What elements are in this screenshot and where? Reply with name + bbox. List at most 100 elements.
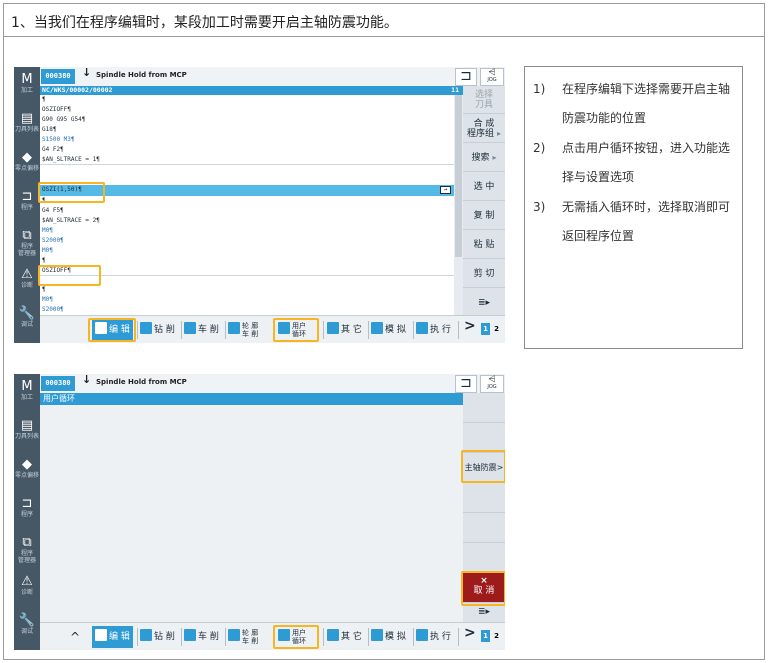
empty-softkey-2[interactable] [463, 423, 505, 453]
contour-turning-softkey[interactable]: 轮 廓车 削 [228, 319, 258, 341]
next-page-button[interactable]: > [464, 318, 476, 334]
code-line[interactable]: OSZIOFF¶ [40, 105, 454, 115]
other-softkey[interactable]: 其 它 [327, 626, 362, 648]
warning-icon: ⚠ [21, 267, 33, 282]
program-line-count: 11 [451, 86, 459, 94]
note-item: 1) 在程序编辑下选择需要开启主轴防震功能的位置 [533, 82, 731, 125]
nc-icon [327, 322, 339, 334]
program-path: NC/WKS/00002/00002 [42, 86, 113, 94]
paste-button[interactable]: 粘 贴 [463, 231, 505, 259]
code-line[interactable]: ¶ [40, 285, 454, 295]
next-page-button[interactable]: > [464, 625, 476, 641]
nav-work-offset[interactable]: ◆ 零点偏移 [14, 452, 40, 492]
copy-button[interactable]: 复 制 [463, 202, 505, 230]
mark-button[interactable]: 选 中 [463, 173, 505, 201]
tool-list-icon: ▤ [20, 111, 34, 126]
highlight-edit-softkey [88, 318, 136, 342]
editor-scrollbar[interactable] [454, 95, 463, 315]
nav-program[interactable]: ⊐ 程序 [14, 491, 40, 531]
nav-tool-list[interactable]: ▤ 刀具列表 [14, 106, 40, 146]
nav-setup[interactable]: 🔧 调试 [14, 301, 40, 341]
nav-diagnostics[interactable]: ⚠ 诊断 [14, 262, 40, 302]
empty-softkey-4[interactable] [463, 513, 505, 543]
nav-program-manager[interactable]: ⧉ 程序 管理器 [14, 223, 40, 263]
code-line[interactable]: M0¶ [40, 226, 454, 236]
divider [323, 321, 324, 339]
divider [137, 321, 138, 339]
divider [368, 321, 369, 339]
page-1-indicator[interactable]: 1 [481, 323, 490, 335]
simulation-icon [371, 629, 383, 641]
select-tool-button[interactable]: 选择 刀具 [463, 86, 505, 114]
cut-button[interactable]: 剪 切 [463, 260, 505, 288]
code-line[interactable]: M0¶ [40, 246, 454, 256]
nav-diagnostics[interactable]: ⚠ 诊断 [14, 569, 40, 609]
offset-icon: ◆ [22, 150, 32, 165]
highlight-spindle-damping [461, 450, 505, 483]
edit-softkey[interactable]: 编 辑 [92, 626, 133, 648]
program-manager-icon: ⧉ [22, 535, 32, 550]
caption-text: 1、当我们在程序编辑时，某段加工时需要开启主轴防震功能。 [3, 3, 765, 37]
code-line[interactable]: G90 G95 G54¶ [40, 115, 454, 125]
nav-program-manager[interactable]: ⧉ 程序 管理器 [14, 530, 40, 570]
turning-softkey[interactable]: 车 削 [184, 319, 219, 341]
nav-setup[interactable]: 🔧 调试 [14, 608, 40, 648]
jog-button[interactable]: ⩤ JOG [480, 68, 504, 86]
scrollbar-thumb[interactable] [455, 95, 462, 257]
empty-softkey-5[interactable] [463, 543, 505, 573]
divider [137, 628, 138, 646]
code-line[interactable]: $AN_SLTRACE = 2¶ [40, 216, 454, 226]
search-button[interactable]: 搜索 ▸ [463, 144, 505, 172]
more-options-button[interactable]: ≣▸ [463, 289, 505, 317]
page-1-indicator[interactable]: 1 [481, 630, 490, 642]
code-line[interactable]: ¶ [40, 256, 454, 266]
page-2-indicator[interactable]: 2 [492, 630, 501, 642]
empty-softkey-3[interactable] [463, 483, 505, 513]
turning-softkey[interactable]: 车 削 [184, 626, 219, 648]
code-line[interactable]: S2000¶ [40, 236, 454, 246]
contour-turning-softkey[interactable]: 轮 廓车 削 [228, 626, 258, 648]
contour-icon [228, 629, 240, 641]
user-cycle-form [40, 405, 463, 622]
program-number: 000380 [41, 69, 75, 84]
nav-machining[interactable]: M 加工 [14, 67, 40, 107]
program-icon: ⊐ [21, 496, 33, 511]
simulation-softkey[interactable]: 模 拟 [371, 319, 406, 341]
other-softkey[interactable]: 其 它 [327, 319, 362, 341]
build-program-group-button[interactable]: 合 成程序组 ▸ [463, 115, 505, 143]
program-view-button[interactable]: ⊐ [455, 375, 477, 393]
code-line[interactable]: $AN_SLTRACE = 1¶ [40, 155, 454, 165]
nav-program[interactable]: ⊐ 程序 [14, 184, 40, 224]
tool-list-icon: ▤ [20, 418, 34, 433]
list-more-icon: ≣▸ [477, 607, 491, 617]
code-line[interactable]: OSZIOFF¶ [40, 266, 454, 276]
chevron-right-icon: ▸ [496, 129, 501, 138]
code-line[interactable]: ¶ [40, 95, 454, 105]
drilling-softkey[interactable]: 钻 削 [140, 626, 175, 648]
divider [458, 628, 459, 646]
empty-softkey-1[interactable] [463, 393, 505, 423]
divider [181, 628, 182, 646]
code-line[interactable]: G4 F5¶ [40, 206, 454, 216]
divider [413, 321, 414, 339]
execute-icon [416, 322, 428, 334]
code-line[interactable]: S2000¶ [40, 305, 454, 315]
code-line[interactable]: G18¶ [40, 125, 454, 135]
drilling-softkey[interactable]: 钻 削 [140, 319, 175, 341]
program-editor[interactable]: ¶ OSZIOFF¶ G90 G95 G54¶ G18¶ S1500 M3¶ G… [40, 95, 454, 315]
page-2-indicator[interactable]: 2 [492, 323, 501, 335]
caret-up-icon[interactable]: ^ [70, 626, 80, 648]
nav-work-offset[interactable]: ◆ 零点偏移 [14, 145, 40, 185]
code-line[interactable]: G4 F2¶ [40, 145, 454, 155]
code-line[interactable]: S1500 M3¶ [40, 135, 454, 145]
execute-softkey[interactable]: 执 行 [416, 626, 451, 648]
divider [413, 628, 414, 646]
program-view-button[interactable]: ⊐ [455, 68, 477, 86]
nav-tool-list[interactable]: ▤ 刀具列表 [14, 413, 40, 453]
jog-button[interactable]: ⩤ JOG [480, 375, 504, 393]
code-line[interactable]: M0¶ [40, 295, 454, 305]
divider [323, 628, 324, 646]
execute-softkey[interactable]: 执 行 [416, 319, 451, 341]
nav-machining[interactable]: M 加工 [14, 374, 40, 414]
simulation-softkey[interactable]: 模 拟 [371, 626, 406, 648]
